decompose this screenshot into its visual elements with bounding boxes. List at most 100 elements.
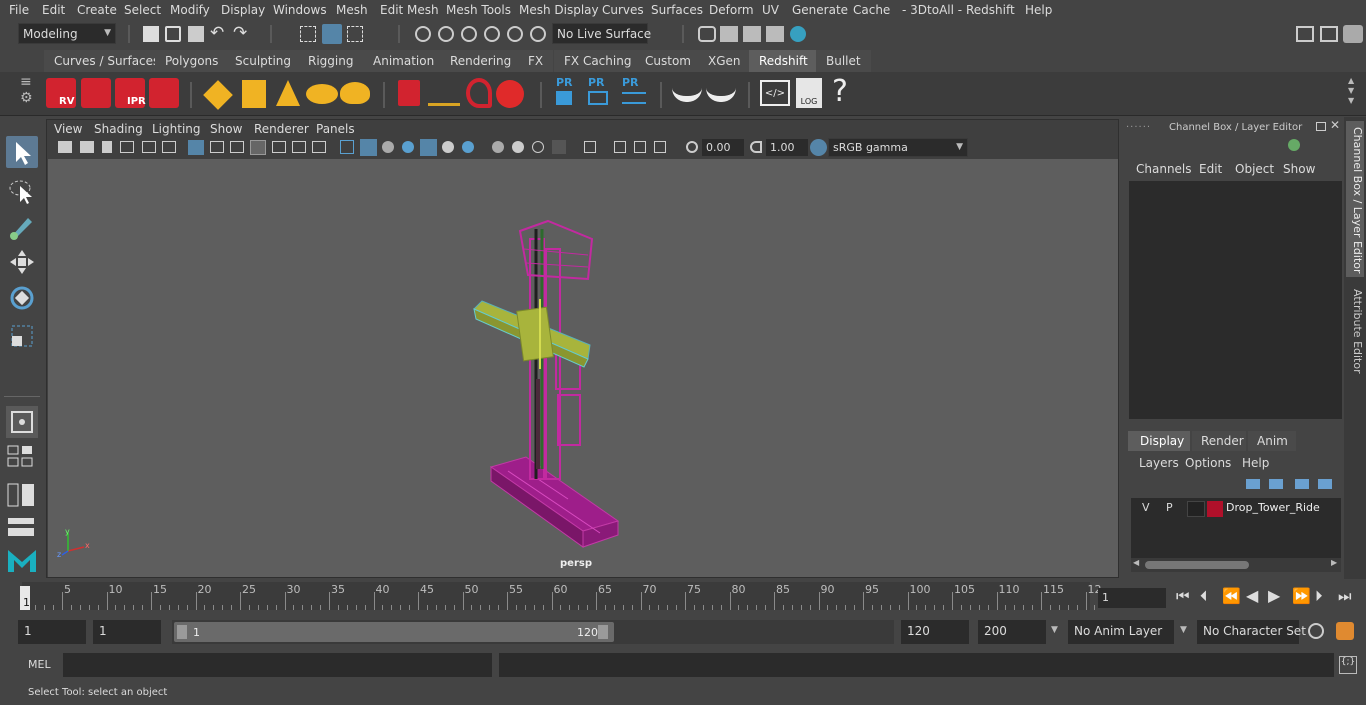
chevron-down-icon[interactable]: ▼ xyxy=(1180,625,1187,635)
tab-curves-surfaces[interactable]: Curves / Surfaces xyxy=(44,50,170,72)
viewport-menu-lighting[interactable]: Lighting xyxy=(152,122,201,136)
redo-icon[interactable]: ↷ xyxy=(233,23,247,43)
attribute-editor-toggle-icon[interactable] xyxy=(1320,26,1338,42)
new-layer-from-selected-icon[interactable] xyxy=(1318,479,1332,489)
open-scene-icon[interactable] xyxy=(165,26,181,42)
channel-box-toggle-icon[interactable] xyxy=(1343,25,1363,43)
menu-generate[interactable]: Generate xyxy=(792,3,848,17)
shelf-menu-icon[interactable]: ≡ xyxy=(20,74,32,90)
hypershade-icon[interactable] xyxy=(790,26,806,42)
tab-bullet[interactable]: Bullet xyxy=(816,50,871,72)
safe-action-icon[interactable] xyxy=(292,141,306,153)
isolate-select-icon[interactable] xyxy=(584,141,596,153)
layer-visibility-toggle[interactable]: V xyxy=(1142,501,1150,514)
scroll-right-icon[interactable]: ▶ xyxy=(1331,558,1337,567)
redshift-hair-icon[interactable] xyxy=(428,86,460,106)
menu-deform[interactable]: Deform xyxy=(709,3,754,17)
step-back-key-icon[interactable]: ⏴ xyxy=(1200,587,1208,605)
character-set-dropdown[interactable]: No Character Set xyxy=(1197,620,1306,644)
layer-playback-toggle[interactable]: P xyxy=(1166,501,1173,514)
xray-icon[interactable] xyxy=(420,139,437,156)
viewport-3d[interactable]: x y z persp xyxy=(48,159,1118,577)
snap-curve-icon[interactable] xyxy=(438,26,454,42)
channel-list[interactable] xyxy=(1129,181,1342,419)
redshift-dome-light-icon[interactable] xyxy=(306,84,338,104)
xray-joints-icon[interactable] xyxy=(614,141,626,153)
snap-view-icon[interactable] xyxy=(484,26,500,42)
menu-surfaces[interactable]: Surfaces xyxy=(651,3,703,17)
frame-all-icon[interactable] xyxy=(654,141,666,153)
scroll-thumb[interactable] xyxy=(1145,561,1249,569)
new-layer-icon[interactable] xyxy=(1295,479,1309,489)
shadows-icon[interactable] xyxy=(462,141,474,153)
viewport-menu-view[interactable]: View xyxy=(54,122,82,136)
redshift-help-icon[interactable]: ? xyxy=(832,74,848,109)
textured-icon[interactable] xyxy=(402,141,414,153)
layer-scrollbar[interactable]: ◀ ▶ xyxy=(1131,558,1341,572)
color-management-icon[interactable] xyxy=(810,139,827,156)
float-panel-icon[interactable] xyxy=(1316,122,1326,131)
menu-redshift[interactable]: Redshift xyxy=(966,3,1015,17)
paint-select-icon[interactable] xyxy=(6,210,38,242)
redshift-spot-light-icon[interactable] xyxy=(276,80,300,106)
ambient-occlusion-icon[interactable] xyxy=(492,141,504,153)
channel-menu-show[interactable]: Show xyxy=(1283,162,1315,176)
redshift-material-ball-icon[interactable] xyxy=(496,80,524,108)
menu-edit[interactable]: Edit xyxy=(42,3,65,17)
menu-3dtoall[interactable]: - 3DtoAll - xyxy=(902,3,962,17)
move-tool-icon[interactable] xyxy=(6,246,38,278)
lasso-tool-icon[interactable] xyxy=(6,174,38,206)
step-forward-key-icon[interactable]: ⏵ xyxy=(1315,587,1323,605)
drop-tower-model[interactable] xyxy=(48,159,1118,577)
move-layer-up-icon[interactable] xyxy=(1246,479,1260,489)
animation-start-field[interactable]: 1 xyxy=(18,620,86,644)
play-forwards-icon[interactable]: ▶ xyxy=(1268,586,1280,605)
camera-attributes-icon[interactable] xyxy=(80,141,94,153)
command-input[interactable] xyxy=(63,653,492,677)
menu-uv[interactable]: UV xyxy=(762,3,779,17)
tab-rendering[interactable]: Rendering xyxy=(440,50,522,72)
gate-mask-icon[interactable] xyxy=(250,140,266,155)
film-gate-icon[interactable] xyxy=(210,141,224,153)
tab-rigging[interactable]: Rigging xyxy=(298,50,364,72)
menu-create[interactable]: Create xyxy=(77,3,117,17)
shelf-scroll-icon[interactable]: ▲ ▼ ▼ xyxy=(1348,76,1354,106)
snap-live-icon[interactable] xyxy=(530,26,546,42)
menu-modify[interactable]: Modify xyxy=(170,3,210,17)
rotate-tool-icon[interactable] xyxy=(6,282,38,314)
redshift-pr-box-icon[interactable]: PR xyxy=(556,76,573,105)
tab-sculpting[interactable]: Sculpting xyxy=(225,50,302,72)
snap-surface-icon[interactable] xyxy=(507,26,523,42)
viewport-menu-panels[interactable]: Panels xyxy=(316,122,355,136)
tab-channel-box-layer-editor[interactable]: Channel Box / Layer Editor xyxy=(1346,121,1364,277)
channel-menu-edit[interactable]: Edit xyxy=(1199,162,1222,176)
safe-title-icon[interactable] xyxy=(312,141,326,153)
tab-polygons[interactable]: Polygons xyxy=(155,50,229,72)
range-end-handle[interactable] xyxy=(598,625,608,639)
select-object-icon[interactable] xyxy=(322,24,342,44)
redshift-settings-icon[interactable] xyxy=(149,78,179,108)
layer-menu-layers[interactable]: Layers xyxy=(1139,456,1179,470)
tab-fx-caching[interactable]: FX Caching xyxy=(554,50,642,72)
menu-mesh[interactable]: Mesh xyxy=(336,3,368,17)
redshift-proxy-icon[interactable] xyxy=(398,80,420,106)
move-layer-down-icon[interactable] xyxy=(1269,479,1283,489)
redshift-rv-icon[interactable]: RV xyxy=(46,78,76,108)
menu-mesh-display[interactable]: Mesh Display xyxy=(519,3,599,17)
range-slider-bar[interactable] xyxy=(174,622,614,642)
menu-cache[interactable]: Cache xyxy=(853,3,890,17)
channel-menu-channels[interactable]: Channels xyxy=(1136,162,1192,176)
range-start-handle[interactable] xyxy=(177,625,187,639)
tab-anim[interactable]: Anim xyxy=(1248,431,1296,451)
tab-redshift[interactable]: Redshift xyxy=(749,50,818,72)
menu-select[interactable]: Select xyxy=(124,3,161,17)
anti-aliasing-icon[interactable] xyxy=(532,141,544,153)
modeling-toolkit-icon[interactable] xyxy=(1296,26,1314,42)
redshift-log-icon[interactable]: LOG xyxy=(796,78,822,108)
viewport-menu-show[interactable]: Show xyxy=(210,122,242,136)
tab-render[interactable]: Render xyxy=(1192,431,1246,451)
select-tool-icon[interactable] xyxy=(6,136,38,168)
redshift-bake-set-icon[interactable] xyxy=(706,84,736,102)
menu-file[interactable]: File xyxy=(9,3,29,17)
viewport-menu-renderer[interactable]: Renderer xyxy=(254,122,309,136)
